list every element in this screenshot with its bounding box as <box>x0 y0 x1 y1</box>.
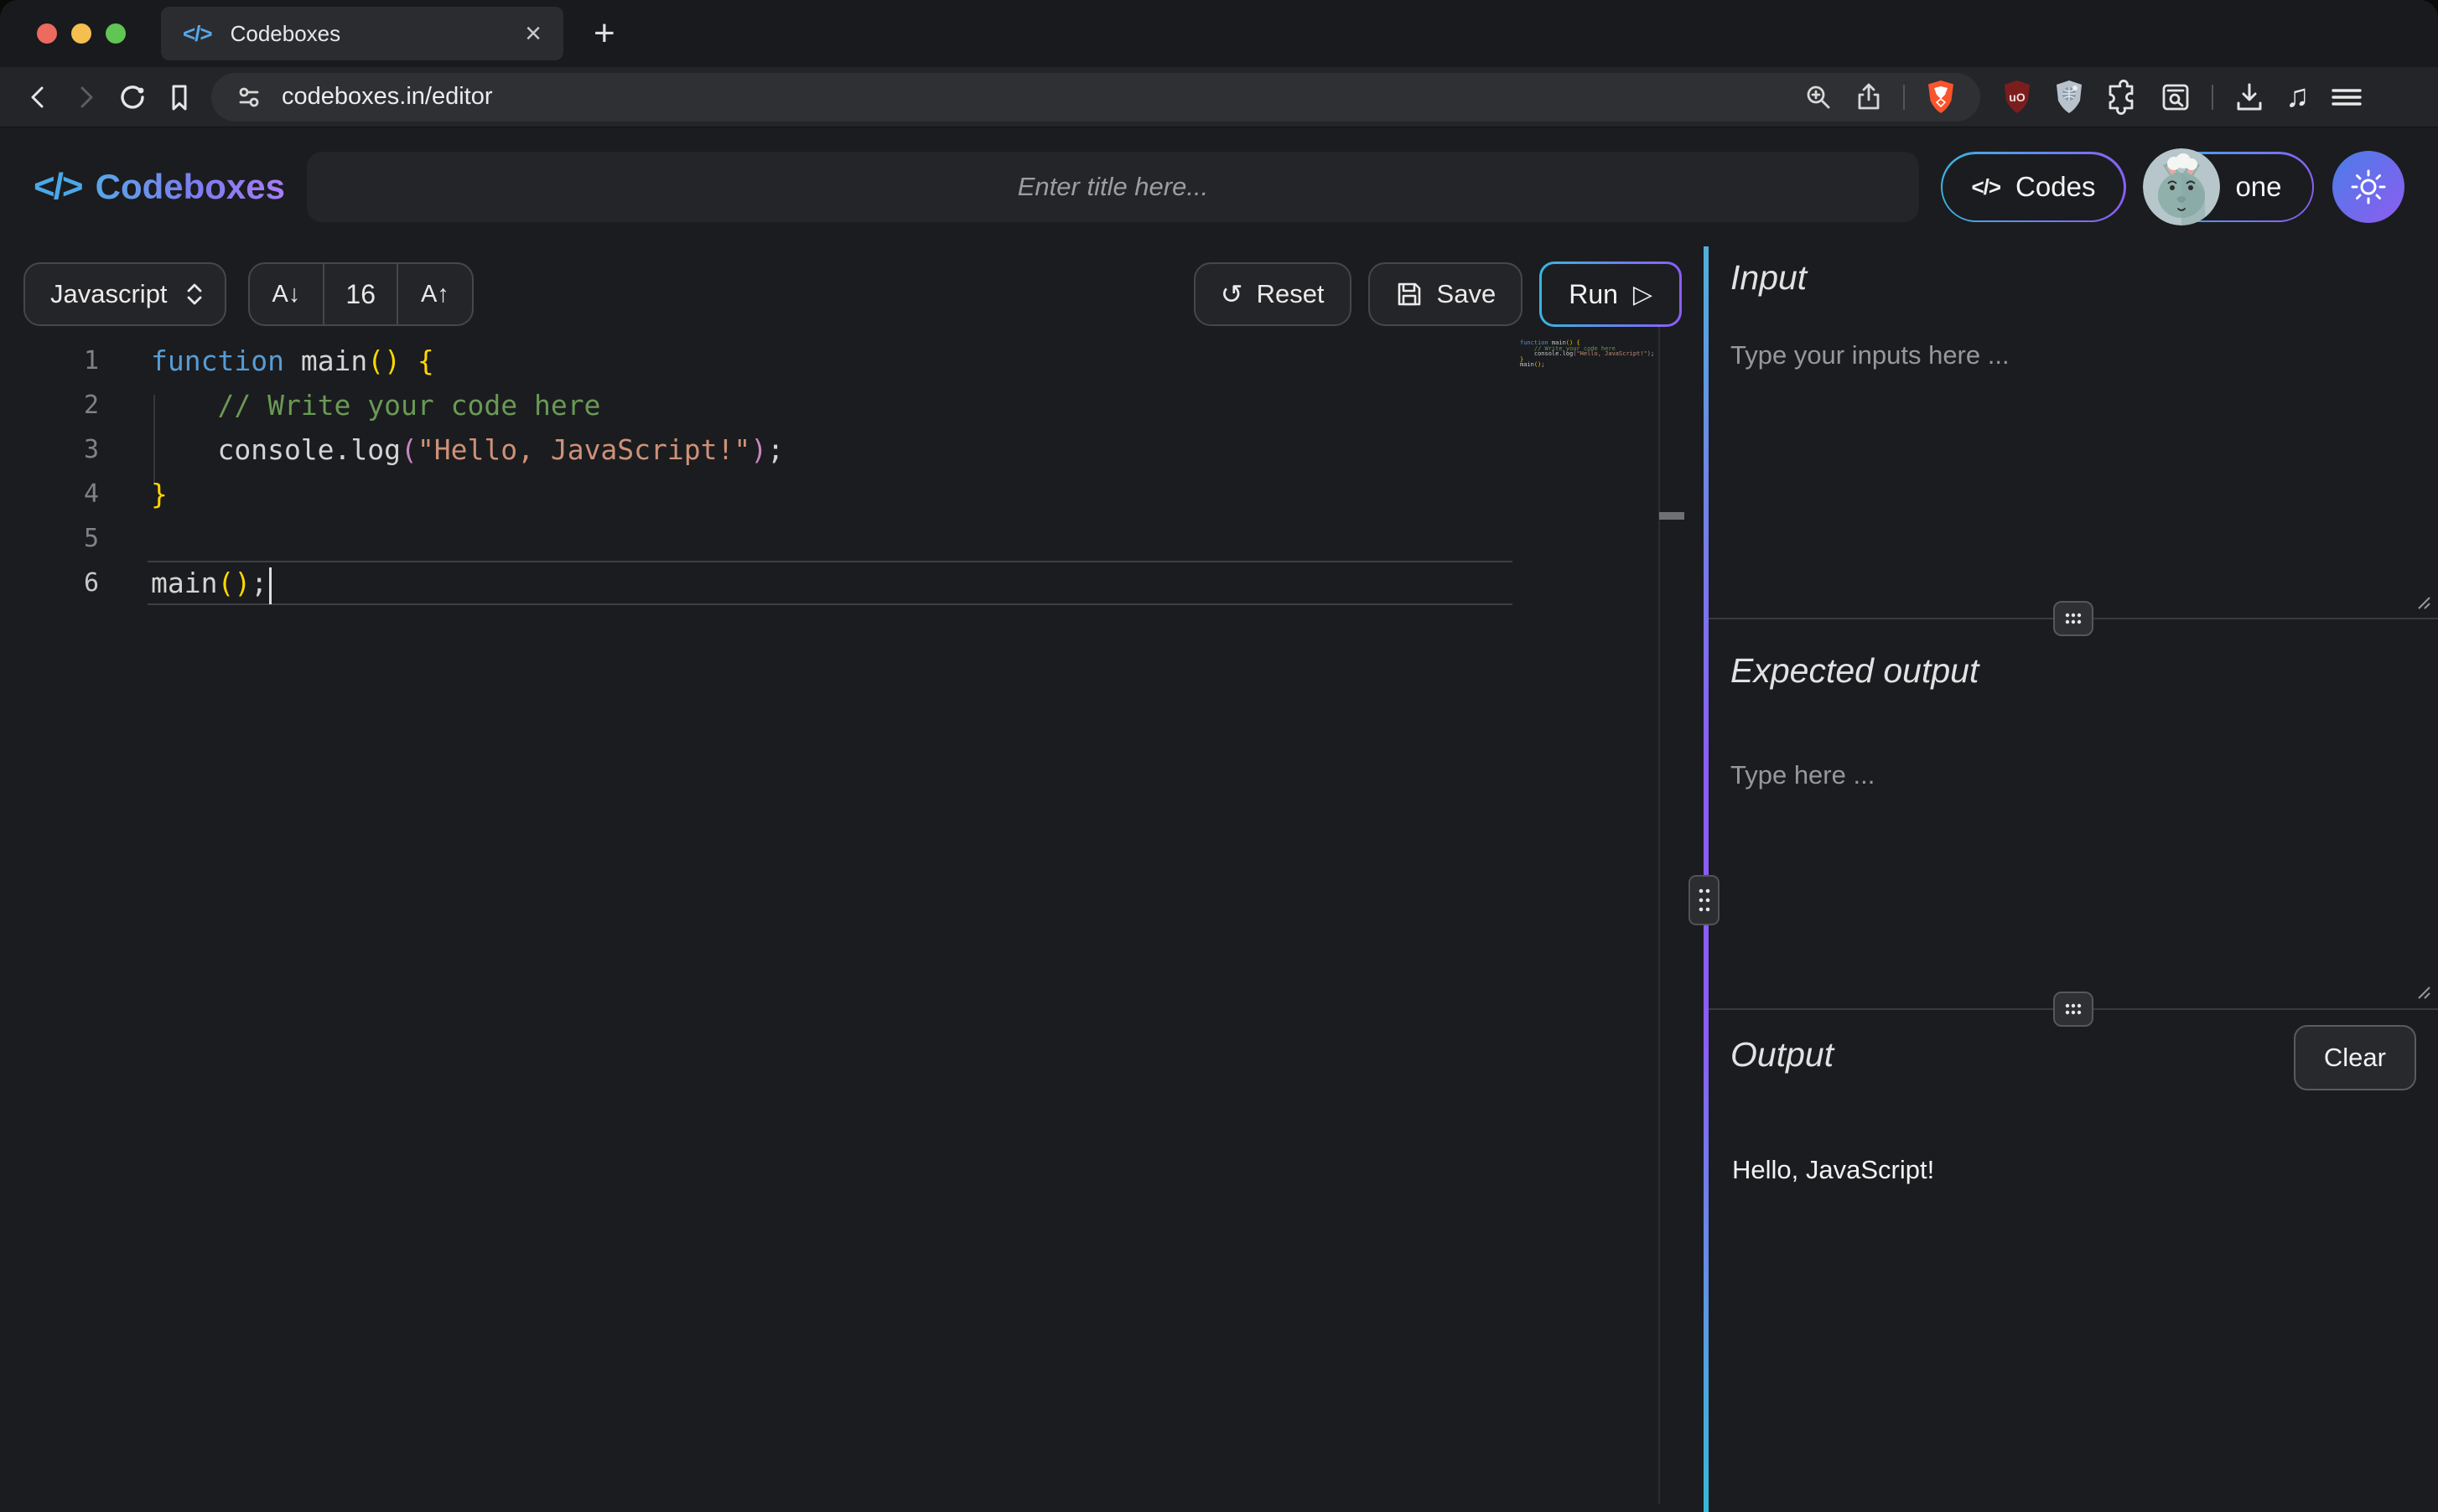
resize-handle-icon[interactable] <box>2415 593 2431 610</box>
input-panel-heading: Input <box>1730 246 2438 298</box>
reset-button[interactable]: ↺ Reset <box>1194 262 1351 326</box>
expected-output-heading: Expected output <box>1730 619 2438 691</box>
reset-icon: ↺ <box>1221 278 1243 310</box>
expected-output-textarea[interactable] <box>1709 760 2438 1000</box>
language-select[interactable]: Javascript <box>23 262 226 326</box>
main-area: Javascript A↓ 16 A↑ ↺ Reset Save <box>0 246 2438 1512</box>
codes-button-label: Codes <box>2015 171 2095 203</box>
line-number: 5 <box>0 516 99 561</box>
run-button-label: Run <box>1569 279 1618 310</box>
code-logo-icon: </> <box>34 166 82 208</box>
save-button-label: Save <box>1437 279 1497 309</box>
username-label: one <box>2235 171 2281 203</box>
language-select-value: Javascript <box>50 279 168 309</box>
font-size-decrease-button[interactable]: A↓ <box>250 264 324 324</box>
title-input-wrap <box>307 152 1919 222</box>
code-text: } <box>151 472 168 516</box>
run-play-icon: ▷ <box>1633 280 1652 309</box>
ublock-extension-icon[interactable]: uO <box>2000 79 2034 116</box>
sun-icon <box>2349 168 2388 206</box>
save-icon <box>1395 280 1424 308</box>
editor-scroll-thumb[interactable] <box>1659 512 1684 520</box>
window-controls <box>37 23 126 44</box>
window-zoom-button[interactable] <box>106 23 126 44</box>
divider <box>2212 85 2213 110</box>
line-number: 6 <box>0 561 99 605</box>
browser-window: </> Codeboxes × + codeboxes.in/editor <box>0 0 2438 1512</box>
reload-button[interactable] <box>114 79 151 116</box>
share-icon[interactable] <box>1853 81 1885 113</box>
search-tabs-icon[interactable] <box>2158 80 2193 115</box>
app-logo-text: Codeboxes <box>96 167 285 207</box>
current-line-highlight <box>148 561 1512 605</box>
output-panel: Output Clear Hello, JavaScript! <box>1709 1010 2438 1512</box>
media-music-icon[interactable]: ♫ <box>2285 79 2310 115</box>
reset-button-label: Reset <box>1257 279 1325 309</box>
browser-navbar: codeboxes.in/editor uO <box>0 67 2438 127</box>
title-input[interactable] <box>307 152 1919 222</box>
editor-boundary-line <box>1658 327 1660 1504</box>
line-number: 1 <box>0 339 99 383</box>
menu-hamburger-icon[interactable] <box>2328 80 2365 114</box>
window-minimize-button[interactable] <box>71 23 91 44</box>
clear-output-button[interactable]: Clear <box>2294 1025 2416 1090</box>
new-tab-button[interactable]: + <box>594 15 615 52</box>
user-menu[interactable]: one <box>2145 152 2314 222</box>
extensions-puzzle-icon[interactable] <box>2104 80 2140 115</box>
line-number: 2 <box>0 383 99 427</box>
extension-icons: uO ♫ <box>2000 79 2365 116</box>
tab-close-icon[interactable]: × <box>525 19 542 48</box>
text-cursor <box>269 567 272 604</box>
input-panel: Input <box>1709 246 2438 618</box>
forward-button[interactable] <box>67 79 104 116</box>
code-text: // Write your code here <box>151 383 600 427</box>
run-button[interactable]: Run ▷ <box>1539 261 1682 327</box>
svg-text:uO: uO <box>2009 91 2026 104</box>
expected-output-panel: Expected output <box>1709 619 2438 1008</box>
font-size-control: A↓ 16 A↑ <box>248 262 474 326</box>
url-text: codeboxes.in/editor <box>282 83 493 111</box>
back-button[interactable] <box>20 79 57 116</box>
code-text: main(); <box>151 561 272 605</box>
theme-toggle-button[interactable] <box>2332 151 2404 223</box>
downloads-icon[interactable] <box>2232 80 2267 115</box>
divider <box>1903 85 1905 110</box>
line-number: 3 <box>0 427 99 472</box>
tab-favicon-code-icon: </> <box>183 21 212 47</box>
privacy-shield-extension-icon[interactable] <box>2052 79 2086 116</box>
editor-toolbar: Javascript A↓ 16 A↑ ↺ Reset Save <box>0 246 1707 327</box>
window-close-button[interactable] <box>37 23 57 44</box>
code-text: function main() { <box>151 339 434 383</box>
font-size-value: 16 <box>323 264 398 324</box>
chevron-up-down-icon <box>184 280 205 308</box>
io-panels: Input Expected output Output Clear Hello <box>1709 246 2438 1512</box>
line-number: 4 <box>0 472 99 516</box>
code-icon: </> <box>1971 174 2000 200</box>
font-size-increase-button[interactable]: A↑ <box>398 264 472 324</box>
code-text: console.log("Hello, JavaScript!"); <box>151 427 784 472</box>
browser-tab[interactable]: </> Codeboxes × <box>161 7 563 60</box>
app-logo[interactable]: </> Codeboxes <box>34 166 285 208</box>
save-button[interactable]: Save <box>1368 262 1523 326</box>
resize-handle-icon[interactable] <box>2415 983 2431 1000</box>
site-settings-icon[interactable] <box>233 81 265 113</box>
brave-shields-icon[interactable] <box>1923 79 1958 116</box>
avatar <box>2143 148 2220 225</box>
url-bar[interactable]: codeboxes.in/editor <box>211 73 1980 122</box>
app-header: </> Codeboxes </> Codes <box>0 127 2438 246</box>
codes-button[interactable]: </> Codes <box>1941 152 2126 222</box>
input-textarea[interactable] <box>1709 340 2438 609</box>
output-text: Hello, JavaScript! <box>1732 1155 2438 1185</box>
bookmark-icon[interactable] <box>161 79 198 116</box>
browser-tab-bar: </> Codeboxes × + <box>0 0 2438 67</box>
tab-title: Codeboxes <box>231 21 341 47</box>
zoom-in-icon[interactable] <box>1803 81 1834 113</box>
